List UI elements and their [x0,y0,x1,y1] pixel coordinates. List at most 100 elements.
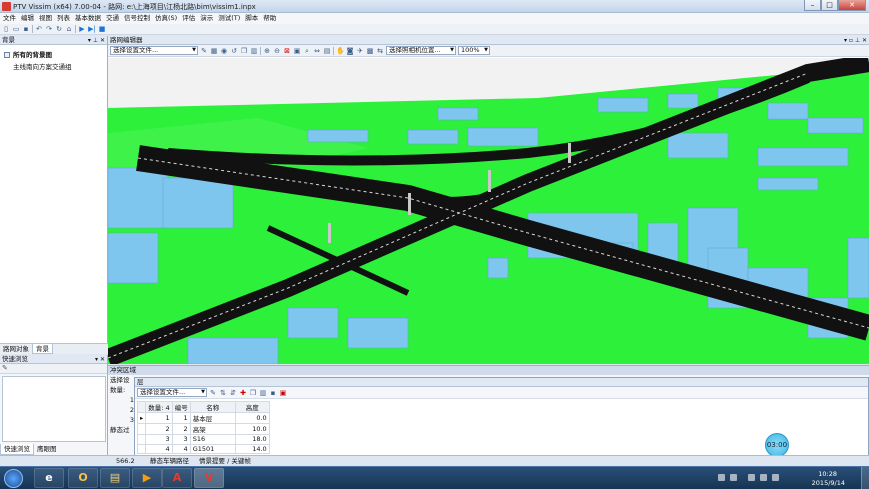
table-row[interactable]: 2 2 高架 10.0 [136,423,270,435]
open-file-icon[interactable]: ▭ [12,25,20,33]
media-icon[interactable]: ▶ [132,468,162,488]
building [767,102,809,120]
list-item[interactable]: 2 [108,405,134,415]
minimize-button[interactable]: – [804,0,821,11]
filter-icon[interactable]: ⇵ [229,389,237,397]
delete-icon[interactable]: ▥ [259,389,267,397]
start-button[interactable] [4,469,23,488]
tab-network-objects[interactable]: 路网对象 [0,344,32,354]
toolbar-separator [333,46,334,55]
layers-icon[interactable]: ▤ [323,47,331,55]
grid-icon[interactable]: ▦ [210,47,218,55]
tab-quick-view[interactable]: 快速浏览 [0,444,34,455]
tab-backgrounds[interactable]: 背景 [32,344,53,354]
3d-icon[interactable]: ◉ [220,47,228,55]
flag-icon[interactable] [748,474,755,481]
rotate-icon[interactable]: ↺ [230,47,238,55]
save-icon[interactable]: ▪ [269,389,277,397]
menu-lists[interactable]: 列表 [57,13,70,24]
menu-edit[interactable]: 编辑 [21,13,34,24]
quick-view-area[interactable] [2,376,106,442]
stop-icon[interactable]: ■ [98,25,106,33]
column-count[interactable]: 数量: 4 [145,401,173,413]
tab-static-vehicle-routes[interactable]: 静态车辆路径 [150,456,189,466]
show-desktop-button[interactable] [861,467,869,489]
zoom-all-icon[interactable]: ⊠ [283,47,291,55]
office-icon[interactable]: O [68,468,98,488]
zoom-select[interactable]: 100% ▼ [458,46,490,55]
wrench-icon[interactable]: ✎ [2,364,8,372]
maximize-button[interactable]: □ [821,0,838,11]
menu-presentation[interactable]: 演示 [200,13,213,24]
fit-icon[interactable]: ⇔ [313,47,321,55]
pan-icon[interactable]: ✋ [336,47,345,55]
camera-icon[interactable]: ◙ [346,47,354,55]
redo-icon[interactable]: ↷ [45,25,53,33]
clock-date[interactable]: 2015/9/14 [812,479,845,487]
layers-layout-select[interactable]: 选择设置文件... ▼ [137,388,207,397]
refresh-icon[interactable]: ↻ [55,25,63,33]
pane-window-controls[interactable]: ▾ ▫ ⊥ ✕ [844,36,867,45]
save-icon[interactable]: ▪ [22,25,30,33]
clock-time[interactable]: 10:28 [818,470,837,478]
camera-position-select[interactable]: 选择照相机位置... ▼ [386,46,456,55]
menu-view[interactable]: 视图 [39,13,52,24]
new-file-icon[interactable]: ▯ [2,25,10,33]
tab-overview-map[interactable]: 鹰眼图 [34,444,60,455]
menu-simulation[interactable]: 仿真(S) [155,13,177,24]
volume-icon[interactable] [772,474,779,481]
pane-pin-icon[interactable]: ▾ ⊥ ✕ [88,36,105,45]
app-window: PTV Vissim (x64) 7.00-04 - 路网: e:\上海项目\江… [0,0,869,489]
menu-help[interactable]: 帮助 [263,13,276,24]
close-button[interactable]: ✕ [838,0,866,11]
menu-file[interactable]: 文件 [3,13,16,24]
menu-evaluation[interactable]: 评估 [182,13,195,24]
pane-pin-icon[interactable]: ▾ ✕ [95,355,105,364]
sync-icon[interactable]: ⇆ [376,47,384,55]
play-icon[interactable]: ▶ [78,25,86,33]
list-item[interactable]: 3 [108,415,134,425]
column-name[interactable]: 名称 [189,401,236,413]
list-item[interactable]: 1 [108,395,134,405]
table-row[interactable]: 4 4 G1501 14.0 [136,443,270,454]
help-icon[interactable] [730,474,737,481]
delete-icon[interactable]: ▥ [250,47,258,55]
undo-icon[interactable]: ↶ [35,25,43,33]
tray-icon[interactable] [718,474,725,481]
search-icon[interactable]: ⌕ [303,47,311,55]
table-row[interactable]: 3 3 S16 18.0 [136,434,270,445]
zoom-out-icon[interactable]: ⊖ [273,47,281,55]
copy-icon[interactable]: ❐ [240,47,248,55]
column-number[interactable]: 编号 [171,401,191,413]
fly-icon[interactable]: ✈ [356,47,364,55]
column-height[interactable]: 高度 [234,401,270,413]
menu-traffic[interactable]: 交通 [106,13,119,24]
wrench-icon[interactable]: ✎ [209,389,217,397]
acrobat-icon[interactable]: A [162,468,192,488]
background-item-all[interactable]: 所有的背景图 [3,49,107,61]
status-bar: 566.2 静态车辆路径 情景提要 / 关键帧 [0,455,869,466]
table-row[interactable]: ▸ 1 1 基本层 0.0 [136,412,270,424]
tab-storyboard[interactable]: 情景提要 / 关键帧 [199,456,251,466]
menu-scripts[interactable]: 脚本 [245,13,258,24]
copy-icon[interactable]: ❐ [249,389,257,397]
storyboard-icon[interactable]: ▩ [366,47,374,55]
step-icon[interactable]: ▶| [88,25,96,33]
zoom-window-icon[interactable]: ▣ [293,47,301,55]
ie-icon[interactable]: e [34,468,64,488]
home-icon[interactable]: ⌂ [65,25,73,33]
wrench-icon[interactable]: ✎ [200,47,208,55]
network-icon[interactable] [760,474,767,481]
sort-icon[interactable]: ⇅ [219,389,227,397]
menu-test[interactable]: 测试(T) [218,13,240,24]
3d-network-view[interactable] [108,58,869,364]
folder-icon[interactable]: ▤ [100,468,130,488]
background-item-south[interactable]: 主线南向方案交通组 [3,61,107,73]
menu-base-data[interactable]: 基本数据 [75,13,101,24]
zoom-in-icon[interactable]: ⊕ [263,47,271,55]
layout-select[interactable]: 选择设置文件... ▼ [110,46,198,55]
add-icon[interactable]: ✚ [239,389,247,397]
export-icon[interactable]: ▣ [279,389,287,397]
menu-signal-control[interactable]: 信号控制 [124,13,150,24]
vissim-taskbar-icon[interactable]: V [194,468,224,488]
